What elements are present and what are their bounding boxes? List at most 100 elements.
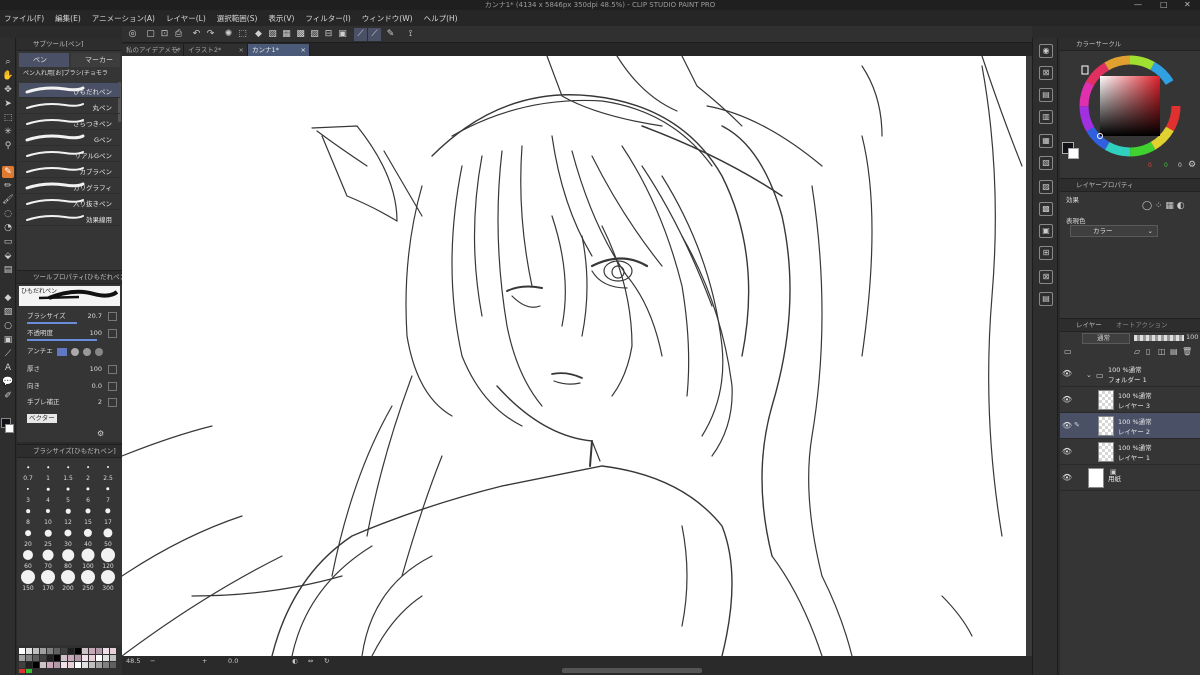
brush-item[interactable]: 入り抜きペン — [19, 195, 120, 210]
transform-icon[interactable]: ⬚ — [236, 28, 249, 41]
menu-help[interactable]: ヘルプ(H) — [424, 13, 458, 24]
frame-tool-icon[interactable]: ▣ — [2, 334, 14, 346]
deselect-icon[interactable]: ▦ — [280, 28, 293, 41]
visibility-eye-icon[interactable]: 👁 — [1061, 369, 1073, 378]
tab-kanna1[interactable]: カンナ1* × — [248, 44, 310, 56]
open-file-icon[interactable]: ⊡ — [158, 28, 171, 41]
stabilization-value[interactable]: 2 — [98, 396, 102, 409]
color-swatch-grid[interactable] — [17, 645, 122, 675]
save-icon[interactable]: ⎙ — [172, 28, 185, 41]
vector-row[interactable]: ベクター — [19, 412, 120, 425]
color-wheel[interactable] — [1060, 51, 1200, 178]
antialias-strong-button[interactable] — [95, 348, 103, 356]
ruler-tool-icon[interactable]: ⟋ — [2, 348, 14, 360]
opacity-row[interactable]: 不透明度 100 — [19, 327, 120, 341]
angle-value[interactable]: 0.0 — [228, 656, 238, 666]
gradient-tool-icon[interactable]: ▤ — [2, 264, 14, 276]
expression-color-select[interactable]: カラー ⌄ — [1070, 225, 1158, 237]
menu-filter[interactable]: フィルター(I) — [305, 13, 350, 24]
brush-size-preset[interactable]: 6 — [80, 483, 96, 504]
material-pose-icon[interactable]: ⊠ — [1039, 270, 1053, 284]
material-pattern-icon[interactable]: ▦ — [1039, 134, 1053, 148]
menu-layer[interactable]: レイヤー(L) — [166, 13, 206, 24]
brush-size-toggle[interactable] — [108, 312, 117, 321]
material-body-icon[interactable]: ⊞ — [1039, 246, 1053, 260]
sub-color-chip[interactable] — [1068, 148, 1079, 159]
zoom-value[interactable]: 48.5 — [126, 656, 140, 666]
opacity-slider[interactable] — [27, 339, 97, 341]
brush-size-preset[interactable]: 120 — [100, 548, 116, 570]
pen-tool-icon[interactable]: ✎ — [2, 166, 14, 178]
layer-opacity-slider[interactable] — [1134, 335, 1184, 341]
layer-row[interactable]: 👁 ▣ 用紙 — [1060, 465, 1200, 491]
zoom-out-icon[interactable]: − — [150, 656, 155, 666]
move-tool-icon[interactable]: ✥ — [2, 84, 14, 96]
brush-size-preset[interactable]: 50 — [100, 527, 116, 548]
tab-illust2[interactable]: イラスト2* × — [184, 44, 248, 56]
antialias-weak-button[interactable] — [71, 348, 79, 356]
rotate-reset-icon[interactable]: ◐ — [292, 656, 298, 666]
blend-mode-select[interactable]: 通常 — [1082, 333, 1130, 344]
visibility-eye-icon[interactable]: 👁 — [1061, 421, 1073, 430]
antialias-medium-button[interactable] — [83, 348, 91, 356]
brush-size-preset[interactable]: 150 — [20, 570, 36, 592]
menu-window[interactable]: ウィンドウ(W) — [362, 13, 413, 24]
brush-size-preset[interactable]: 60 — [20, 549, 36, 570]
redo-icon[interactable]: ↷ — [204, 28, 217, 41]
layer-row[interactable]: 👁 100 %通常 レイヤー 3 — [1060, 387, 1200, 413]
tab-idea-memo[interactable]: 私のアイデアメモ* × — [122, 44, 184, 56]
brush-item[interactable]: 丸ペン — [19, 99, 120, 114]
auto-action-tab-label[interactable]: オートアクション — [1116, 321, 1168, 329]
layer-row[interactable]: 👁 100 %通常 レイヤー 1 — [1060, 439, 1200, 465]
flip-icon[interactable]: ⇔ — [308, 656, 313, 666]
brush-size-preset[interactable]: 8 — [20, 505, 36, 526]
brush-item[interactable]: Gペン — [19, 131, 120, 146]
direction-value[interactable]: 0.0 — [92, 380, 102, 393]
blend-tool-icon[interactable]: ◔ — [2, 222, 14, 234]
tab-close-icon[interactable]: × — [175, 44, 180, 56]
brush-size-row[interactable]: ブラシサイズ 20.7 — [19, 310, 120, 324]
brush-size-preset[interactable]: 2 — [80, 461, 96, 482]
brush-item[interactable]: さらつきペン — [19, 115, 120, 130]
antialias-row[interactable]: アンチエ — [19, 345, 120, 358]
brush-item[interactable]: カブラペン — [19, 163, 120, 178]
fill-selection-icon[interactable]: ◆ — [252, 28, 265, 41]
direction-toggle[interactable] — [108, 382, 117, 391]
menu-view[interactable]: 表示(V) — [268, 13, 294, 24]
operation-tool-icon[interactable]: ➤ — [2, 98, 14, 110]
zoom-tool-icon[interactable]: ⌕ — [2, 56, 14, 68]
snap-special-ruler-icon[interactable]: ⟋ — [354, 28, 367, 41]
brush-size-preset[interactable]: 300 — [100, 570, 116, 592]
brush-tool-icon[interactable]: 🖌 — [2, 194, 14, 206]
snap-grid-icon[interactable]: ⟋ — [368, 28, 381, 41]
figure-tool-icon[interactable]: ○ — [2, 320, 14, 332]
brush-size-preset[interactable]: 3 — [20, 483, 36, 504]
brush-size-preset[interactable]: 0.7 — [20, 461, 36, 482]
gradient-fill-icon[interactable]: ▨ — [2, 306, 14, 318]
fill-tool-icon[interactable]: ⬙ — [2, 250, 14, 262]
layer-row[interactable]: 👁 ✎ 100 %通常 レイヤー 2 — [1060, 413, 1200, 439]
invert-selection-icon[interactable]: ▩ — [294, 28, 307, 41]
new-raster-layer-icon[interactable]: ▭ — [1064, 347, 1072, 356]
brush-size-preset[interactable]: 25 — [40, 527, 56, 548]
zoom-in-icon[interactable]: + — [202, 656, 207, 666]
auto-select-tool-icon[interactable]: ✳ — [2, 126, 14, 138]
eyedropper-tool-icon[interactable]: ⚲ — [2, 140, 14, 152]
material-brush-icon[interactable]: ▧ — [1039, 156, 1053, 170]
subtool-tab-pen[interactable]: ペン — [19, 53, 69, 67]
brush-size-preset[interactable]: 70 — [40, 549, 56, 570]
app-icon[interactable]: ◎ — [126, 28, 139, 41]
material-tone-icon[interactable]: ▥ — [1039, 110, 1053, 124]
brush-size-preset[interactable]: 10 — [40, 505, 56, 526]
layer-settings-icon[interactable]: ▤ — [1170, 347, 1178, 356]
visibility-eye-icon[interactable]: 👁 — [1061, 395, 1073, 404]
tab-close-icon[interactable]: × — [239, 44, 244, 56]
material-icon[interactable]: ⊠ — [1039, 66, 1053, 80]
brush-size-preset[interactable]: 1 — [40, 461, 56, 482]
brush-size-preset[interactable]: 7 — [100, 483, 116, 504]
menu-file[interactable]: ファイル(F) — [4, 13, 44, 24]
subtool-tab-marker[interactable]: マーカー — [71, 53, 120, 67]
menu-selection[interactable]: 選択範囲(S) — [217, 13, 258, 24]
brush-size-preset[interactable]: 5 — [60, 483, 76, 504]
brush-size-preset[interactable]: 80 — [60, 549, 76, 570]
